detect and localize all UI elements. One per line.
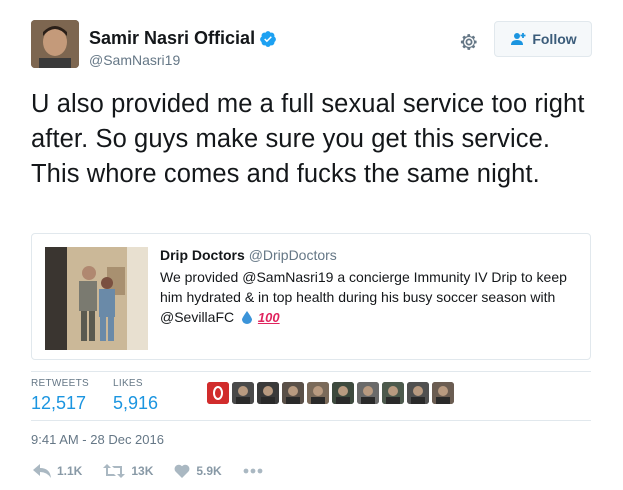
quoted-tweet-name[interactable]: Drip Doctors [160,247,245,263]
liker-avatar[interactable] [207,382,229,404]
droplet-icon [242,311,253,324]
liker-avatar[interactable] [232,382,254,404]
liker-avatar[interactable] [257,382,279,404]
reply-icon [33,464,51,478]
liker-avatar[interactable] [332,382,354,404]
divider [31,371,591,372]
tweet-timestamp[interactable]: 9:41 AM - 28 Dec 2016 [31,432,164,447]
quoted-tweet[interactable]: Drip Doctors @DripDoctors We provided @S… [31,233,591,360]
like-action[interactable]: 5.9K [174,464,222,478]
gear-icon[interactable] [459,32,479,52]
heart-icon [174,464,190,478]
tweet-header: Samir Nasri Official @SamNasri19 Follow [31,20,601,72]
liker-avatar[interactable] [432,382,454,404]
quoted-tweet-body: Drip Doctors @DripDoctors We provided @S… [160,247,580,328]
follow-button[interactable]: Follow [494,21,592,57]
liker-avatar[interactable] [407,382,429,404]
liker-avatar[interactable] [357,382,379,404]
quoted-tweet-handle[interactable]: @DripDoctors [249,247,337,263]
hundred-points-icon: 100 [257,310,280,325]
likes-value: 5,916 [113,393,159,413]
retweet-icon [103,464,126,478]
quoted-tweet-text: We provided @SamNasri19 a concierge Immu… [160,269,567,325]
likes-stat[interactable]: LIKES 5,916 [113,378,158,414]
add-user-icon [511,33,526,45]
reply-count: 1.1K [57,464,83,478]
retweet-count: 13K [131,464,154,478]
more-dots-icon [243,468,263,474]
tweet-text: U also provided me a full sexual service… [31,90,585,188]
likers-avatars [207,382,457,404]
like-count: 5.9K [196,464,222,478]
liker-avatar[interactable] [282,382,304,404]
retweets-stat[interactable]: RETWEETS 12,517 [31,378,89,414]
likes-label: LIKES [113,378,143,389]
liker-avatar[interactable] [307,382,329,404]
author-avatar[interactable] [31,20,79,68]
quoted-tweet-text-container: We provided @SamNasri19 a concierge Immu… [160,267,580,328]
retweet-action[interactable]: 13K [103,464,153,478]
more-action[interactable] [243,468,263,474]
retweets-value: 12,517 [31,393,87,413]
liker-avatar[interactable] [382,382,404,404]
verified-badge-icon [260,30,276,47]
reply-action[interactable]: 1.1K [33,464,82,478]
follow-button-label: Follow [532,31,577,47]
quoted-tweet-author[interactable]: Drip Doctors @DripDoctors [160,247,580,263]
author-name-row[interactable]: Samir Nasri Official [89,28,277,49]
author-handle[interactable]: @SamNasri19 [89,52,180,68]
divider [31,420,591,421]
tweet-actions: 1.1K 13K 5.9K [33,464,284,478]
quoted-tweet-photo[interactable] [45,247,148,350]
author-display-name[interactable]: Samir Nasri Official [89,28,255,49]
retweets-label: RETWEETS [31,378,89,389]
